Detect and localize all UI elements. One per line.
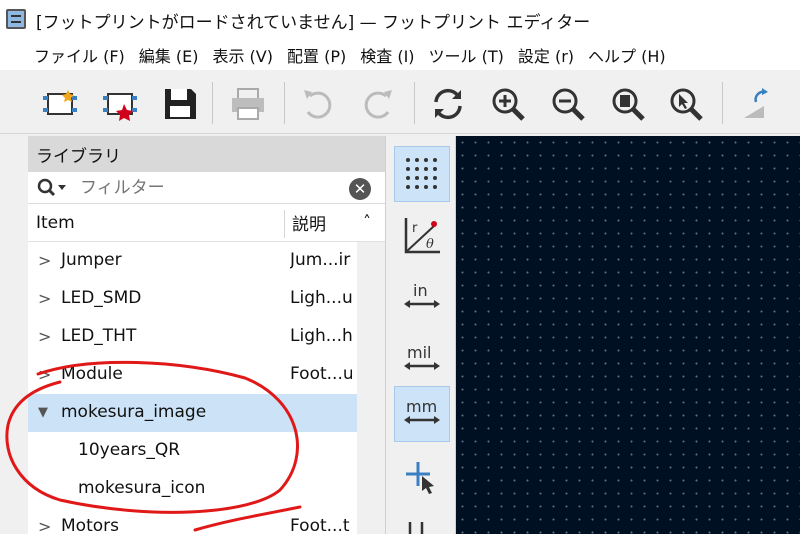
footprint-canvas[interactable] xyxy=(456,136,800,534)
units-mm-button[interactable]: mm xyxy=(394,386,450,442)
tree-header: Item 説明 ˄ xyxy=(28,204,385,242)
chevron-right-icon[interactable]: > xyxy=(38,365,51,384)
grid-toggle-button[interactable] xyxy=(394,146,450,202)
undo-button[interactable] xyxy=(296,82,340,126)
menu-file[interactable]: ファイル (F) xyxy=(34,43,125,67)
svg-text:in: in xyxy=(413,281,428,300)
zoom-out-icon xyxy=(552,88,585,121)
refresh-button[interactable] xyxy=(426,82,470,126)
zoom-fit-icon xyxy=(612,88,645,121)
clear-filter-icon[interactable]: ✕ xyxy=(349,178,371,200)
menu-bar: ファイル (F) 編集 (E) 表示 (V) 配置 (P) 検査 (I) ツール… xyxy=(0,40,800,70)
tree-scrollbar[interactable] xyxy=(357,242,385,534)
mil-units-icon: mil xyxy=(404,343,440,370)
library-panel: ライブラリ ✕ Item 説明 ˄ > Jumper Jum...ir > xyxy=(28,136,386,534)
svg-text:mil: mil xyxy=(407,343,431,362)
chevron-down-icon[interactable]: ▼ xyxy=(38,405,48,420)
new-footprint-icon xyxy=(43,90,77,115)
tree-row-mokesura-image[interactable]: ▼ mokesura_image xyxy=(28,394,385,432)
menu-inspect[interactable]: 検査 (I) xyxy=(360,43,414,67)
zoom-selection-button[interactable] xyxy=(664,82,708,126)
tree-row-led-tht[interactable]: > LED_THT Ligh...h xyxy=(28,318,385,356)
chevron-right-icon[interactable]: > xyxy=(38,289,51,308)
units-inch-button[interactable]: in xyxy=(394,270,450,326)
tree-row-led-smd[interactable]: > LED_SMD Ligh...u xyxy=(28,280,385,318)
left-tool-strip: r θ in mil mm xyxy=(386,136,456,534)
redo-button[interactable] xyxy=(356,82,400,126)
column-header-description[interactable]: 説明 xyxy=(292,210,326,235)
mirror-button[interactable] xyxy=(736,82,780,126)
mm-units-icon: mm xyxy=(404,397,440,424)
print-icon xyxy=(232,88,264,120)
zoom-out-button[interactable] xyxy=(546,82,590,126)
search-icon[interactable] xyxy=(36,177,68,203)
menu-help[interactable]: ヘルプ (H) xyxy=(588,43,666,67)
zoom-in-button[interactable] xyxy=(486,82,530,126)
tree-row-motors[interactable]: > Motors Foot...t xyxy=(28,508,385,534)
menu-edit[interactable]: 編集 (E) xyxy=(139,43,199,67)
undo-icon xyxy=(304,90,332,119)
library-header: ライブラリ xyxy=(28,136,385,172)
mirror-icon xyxy=(744,88,768,118)
zoom-fit-button[interactable] xyxy=(606,82,650,126)
app-icon xyxy=(6,9,26,29)
grid-icon xyxy=(406,158,437,189)
svg-text:θ: θ xyxy=(426,237,434,252)
filter-bar: ✕ xyxy=(28,172,385,204)
menu-tools[interactable]: ツール (T) xyxy=(429,43,504,67)
more-tools-button[interactable] xyxy=(394,508,450,534)
tree-row-module[interactable]: > Module Foot...u xyxy=(28,356,385,394)
footprint-editor-window: [フットプリントがロードされていません] — フットプリント エディター ファイ… xyxy=(0,0,800,534)
svg-text:mm: mm xyxy=(406,397,437,416)
menu-view[interactable]: 表示 (V) xyxy=(212,43,273,67)
polar-coords-button[interactable]: r θ xyxy=(394,208,450,264)
tree-row-jumper[interactable]: > Jumper Jum...ir xyxy=(28,242,385,280)
tool-icon xyxy=(408,522,424,534)
cursor-crosshair-icon xyxy=(406,462,434,494)
chevron-up-icon[interactable]: ˄ xyxy=(363,212,371,231)
redo-icon xyxy=(364,90,392,119)
save-button[interactable] xyxy=(158,82,202,126)
title-bar: [フットプリントがロードされていません] — フットプリント エディター xyxy=(0,0,800,40)
main-toolbar xyxy=(0,70,800,134)
column-header-item[interactable]: Item xyxy=(36,213,75,233)
tree-row-mokesura-icon[interactable]: mokesura_icon xyxy=(28,470,385,508)
tree-row-10years-qr[interactable]: 10years_QR xyxy=(28,432,385,470)
refresh-icon xyxy=(434,88,462,120)
menu-place[interactable]: 配置 (P) xyxy=(287,43,346,67)
inch-units-icon: in xyxy=(404,281,440,308)
print-button[interactable] xyxy=(226,82,270,126)
new-footprint-button[interactable] xyxy=(38,82,82,126)
create-footprint-button[interactable] xyxy=(98,82,142,126)
save-icon xyxy=(165,89,196,119)
zoom-selection-icon xyxy=(670,88,703,121)
chevron-right-icon[interactable]: > xyxy=(38,517,51,534)
polar-coords-icon: r θ xyxy=(404,218,440,254)
zoom-in-icon xyxy=(492,88,525,121)
chevron-right-icon[interactable]: > xyxy=(38,327,51,346)
units-mil-button[interactable]: mil xyxy=(394,332,450,388)
menu-settings[interactable]: 設定 (r) xyxy=(518,43,574,67)
filter-input[interactable] xyxy=(80,177,340,198)
cursor-shape-button[interactable] xyxy=(394,450,450,506)
create-footprint-icon xyxy=(103,93,137,121)
window-title: [フットプリントがロードされていません] — フットプリント エディター xyxy=(36,12,591,33)
svg-text:r: r xyxy=(412,221,418,236)
chevron-right-icon[interactable]: > xyxy=(38,251,51,270)
